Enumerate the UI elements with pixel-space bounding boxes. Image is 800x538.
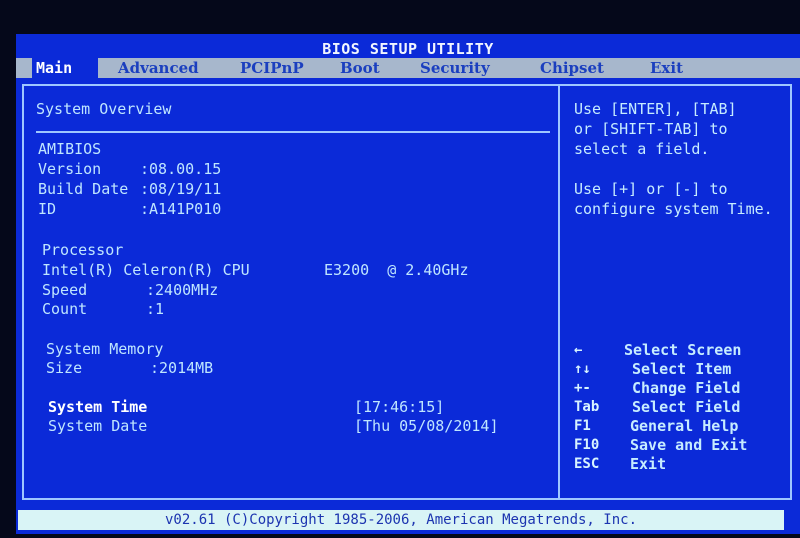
section-rule [36, 131, 550, 133]
key-tab: Tab [574, 399, 600, 415]
system-time-label[interactable]: System Time [48, 398, 147, 416]
tab-main[interactable]: Main [32, 58, 98, 78]
copyright-footer: v02.61 (C)Copyright 1985-2006, American … [18, 510, 784, 530]
memory-heading: System Memory [46, 340, 164, 358]
system-date-value[interactable]: [Thu 05/08/2014] [354, 417, 499, 435]
help-line: or [SHIFT-TAB] to [574, 120, 728, 138]
key-legend: ← Select Screen ↑↓ Select Item +- Change… [574, 341, 784, 482]
memory-size-label: Size [46, 359, 83, 377]
key-f10: F10 [574, 437, 600, 453]
count-value: :1 [146, 300, 165, 318]
help-line: configure system Time. [574, 200, 773, 218]
key-desc: Select Screen [624, 341, 742, 359]
bios-screen: BIOS SETUP UTILITY Main Advanced PCIPnP … [16, 34, 800, 534]
memory-size-value: :2014MB [150, 359, 214, 377]
left-arrow-icon: ← [574, 342, 583, 358]
processor-heading: Processor [42, 241, 124, 259]
key-f1: F1 [574, 418, 591, 434]
key-desc: Change Field [632, 379, 741, 397]
main-panel: System Overview AMIBIOS Version :08.00.1… [22, 84, 792, 500]
processor-model: E3200 @ 2.40GHz [324, 261, 469, 279]
bios-heading: AMIBIOS [38, 140, 102, 158]
tab-advanced[interactable]: Advanced [118, 58, 199, 78]
window-title: BIOS SETUP UTILITY [322, 40, 494, 58]
key-desc: General Help [630, 417, 739, 435]
help-line: Use [+] or [-] to [574, 180, 728, 198]
panel-divider [558, 86, 560, 498]
build-date-value: :08/19/11 [140, 180, 222, 198]
tab-chipset[interactable]: Chipset [540, 58, 604, 78]
version-label: Version [38, 160, 102, 178]
help-line: Use [ENTER], [TAB] [574, 100, 737, 118]
help-line: select a field. [574, 140, 710, 158]
system-date-label[interactable]: System Date [48, 417, 147, 435]
id-value: :A141P010 [140, 200, 222, 218]
tab-exit[interactable]: Exit [650, 58, 683, 78]
plus-minus-icon: +- [574, 380, 591, 396]
menu-bar: Main Advanced PCIPnP Boot Security Chips… [16, 58, 800, 78]
processor-name: Intel(R) Celeron(R) CPU [42, 261, 250, 279]
key-esc: ESC [574, 456, 600, 472]
system-time-value[interactable]: [17:46:15] [354, 398, 444, 416]
id-label: ID [38, 200, 57, 218]
key-desc: Select Field [632, 398, 741, 416]
speed-value: :2400MHz [146, 281, 219, 299]
tab-boot[interactable]: Boot [340, 58, 380, 78]
build-date-label: Build Date [38, 180, 129, 198]
section-title: System Overview [36, 100, 172, 118]
tab-pcipnp[interactable]: PCIPnP [240, 58, 304, 78]
key-desc: Exit [630, 455, 667, 473]
up-down-arrow-icon: ↑↓ [574, 361, 591, 377]
key-desc: Save and Exit [630, 436, 748, 454]
speed-label: Speed [42, 281, 88, 299]
version-value: :08.00.15 [140, 160, 222, 178]
key-desc: Select Item [632, 360, 732, 378]
tab-security[interactable]: Security [420, 58, 490, 78]
count-label: Count [42, 300, 88, 318]
